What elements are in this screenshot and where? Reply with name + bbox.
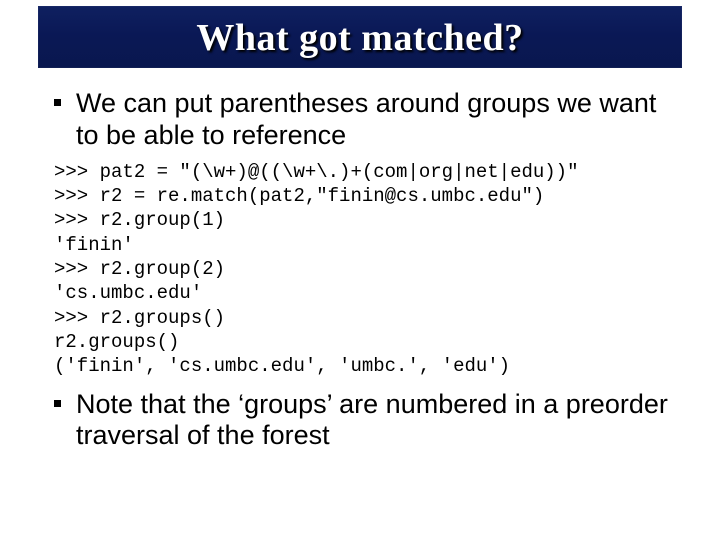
code-line: r2.groups() <box>54 331 179 353</box>
title-band: What got matched? <box>38 6 682 68</box>
bullet-list: Note that the ‘groups’ are numbered in a… <box>54 389 674 453</box>
bullet-dot-icon <box>54 99 61 106</box>
bullet-text: Note that the ‘groups’ are numbered in a… <box>76 389 668 451</box>
slide-title: What got matched? <box>38 16 682 60</box>
bullet-item: We can put parentheses around groups we … <box>54 88 674 152</box>
code-line: >>> r2.group(2) <box>54 258 225 280</box>
bullet-item: Note that the ‘groups’ are numbered in a… <box>54 389 674 453</box>
slide-body: We can put parentheses around groups we … <box>54 88 674 460</box>
bullet-list: We can put parentheses around groups we … <box>54 88 674 152</box>
bullet-text: We can put parentheses around groups we … <box>76 88 656 150</box>
code-line: ('finin', 'cs.umbc.edu', 'umbc.', 'edu') <box>54 355 510 377</box>
slide: What got matched? We can put parentheses… <box>0 0 720 540</box>
code-line: >>> pat2 = "(\w+)@((\w+\.)+(com|org|net|… <box>54 161 579 183</box>
code-line: 'finin' <box>54 234 134 256</box>
code-block: >>> pat2 = "(\w+)@((\w+\.)+(com|org|net|… <box>54 160 674 379</box>
code-line: 'cs.umbc.edu' <box>54 282 202 304</box>
code-line: >>> r2.group(1) <box>54 209 225 231</box>
code-line: >>> r2.groups() <box>54 307 225 329</box>
code-line: >>> r2 = re.match(pat2,"finin@cs.umbc.ed… <box>54 185 544 207</box>
bullet-dot-icon <box>54 400 61 407</box>
